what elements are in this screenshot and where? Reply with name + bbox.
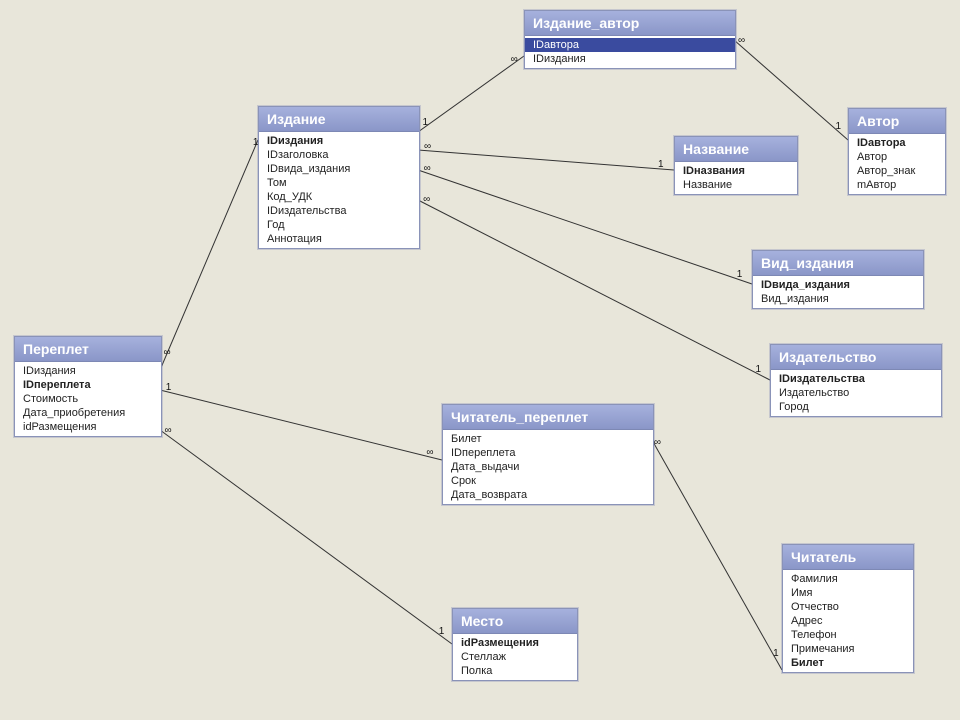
cardinality-label: 1 (756, 364, 762, 375)
cardinality-label: 1 (423, 117, 429, 128)
cardinality-label: 1 (773, 648, 779, 659)
entity-title[interactable]: Издание_автор (525, 11, 735, 36)
entity-fields: idРазмещенияСтеллажПолка (453, 634, 577, 680)
relation-line (418, 56, 524, 132)
entity-field[interactable]: IDиздания (15, 364, 161, 378)
entity-fields: IDиздательстваИздательствоГород (771, 370, 941, 416)
entity-field[interactable]: Город (771, 400, 941, 414)
entity-title[interactable]: Автор (849, 109, 945, 134)
cardinality-label: ∞ (164, 425, 171, 436)
entity-fields: БилетIDпереплетаДата_выдачиСрокДата_возв… (443, 430, 653, 504)
entity-field[interactable]: IDназвания (675, 164, 797, 178)
relation-line (734, 40, 848, 140)
entity-field[interactable]: Вид_издания (753, 292, 923, 306)
entity-avtor[interactable]: АвторIDавтораАвторАвтор_знакmАвтор (848, 108, 946, 195)
entity-fields: IDизданияIDзаголовкаIDвида_изданияТомКод… (259, 132, 419, 248)
entity-pereplet[interactable]: ПереплетIDизданияIDпереплетаСтоимостьДат… (14, 336, 162, 437)
cardinality-label: ∞ (654, 437, 661, 448)
entity-title[interactable]: Читатель (783, 545, 913, 570)
entity-title[interactable]: Переплет (15, 337, 161, 362)
entity-field[interactable]: IDвида_издания (259, 162, 419, 176)
entity-title[interactable]: Издание (259, 107, 419, 132)
entity-field[interactable]: Примечания (783, 642, 913, 656)
entity-fields: IDавтораIDиздания (525, 36, 735, 68)
entity-field[interactable]: Телефон (783, 628, 913, 642)
cardinality-label: ∞ (163, 347, 170, 358)
entity-field[interactable]: IDпереплета (443, 446, 653, 460)
entity-field[interactable]: Аннотация (259, 232, 419, 246)
entity-field[interactable]: Код_УДК (259, 190, 419, 204)
entity-field[interactable]: Том (259, 176, 419, 190)
entity-mesto[interactable]: МестоidРазмещенияСтеллажПолка (452, 608, 578, 681)
entity-izdanie[interactable]: ИзданиеIDизданияIDзаголовкаIDвида_издани… (258, 106, 420, 249)
entity-field[interactable]: Автор (849, 150, 945, 164)
entity-field[interactable]: IDпереплета (15, 378, 161, 392)
entity-field[interactable]: mАвтор (849, 178, 945, 192)
entity-fields: ФамилияИмяОтчествоАдресТелефонПримечания… (783, 570, 913, 672)
entity-title[interactable]: Место (453, 609, 577, 634)
entity-field[interactable]: IDиздания (525, 52, 735, 66)
relation-line (160, 430, 452, 644)
entity-field[interactable]: Год (259, 218, 419, 232)
cardinality-label: 1 (253, 137, 259, 148)
cardinality-label: 1 (439, 626, 445, 637)
entity-fields: IDизданияIDпереплетаСтоимостьДата_приобр… (15, 362, 161, 436)
cardinality-label: 1 (737, 269, 743, 280)
entity-field[interactable]: Название (675, 178, 797, 192)
cardinality-label: 1 (835, 121, 841, 132)
entity-field[interactable]: Фамилия (783, 572, 913, 586)
entity-nazvanie[interactable]: НазваниеIDназванияНазвание (674, 136, 798, 195)
cardinality-label: ∞ (423, 194, 430, 205)
entity-field[interactable]: Автор_знак (849, 164, 945, 178)
entity-field[interactable]: Имя (783, 586, 913, 600)
entity-vid_izdaniya[interactable]: Вид_изданияIDвида_изданияВид_издания (752, 250, 924, 309)
entity-field[interactable]: IDвида_издания (753, 278, 923, 292)
cardinality-label: ∞ (426, 447, 433, 458)
relation-line (160, 140, 258, 370)
relation-line (418, 150, 674, 170)
cardinality-label: ∞ (424, 141, 431, 152)
relation-line (160, 390, 442, 460)
entity-field[interactable]: Стеллаж (453, 650, 577, 664)
entity-field[interactable]: idРазмещения (15, 420, 161, 434)
entity-field[interactable]: Дата_выдачи (443, 460, 653, 474)
relation-line (418, 200, 770, 380)
entity-title[interactable]: Вид_издания (753, 251, 923, 276)
cardinality-label: 1 (658, 159, 664, 170)
entity-fields: IDавтораАвторАвтор_знакmАвтор (849, 134, 945, 194)
entity-field[interactable]: Адрес (783, 614, 913, 628)
entity-field[interactable]: IDавтора (849, 136, 945, 150)
entity-field[interactable]: Издательство (771, 386, 941, 400)
cardinality-label: ∞ (511, 54, 518, 65)
relation-line (652, 440, 782, 670)
cardinality-label: 1 (166, 382, 172, 393)
entity-field[interactable]: IDиздательства (771, 372, 941, 386)
entity-field[interactable]: Полка (453, 664, 577, 678)
entity-field[interactable]: Стоимость (15, 392, 161, 406)
entity-field[interactable]: Отчество (783, 600, 913, 614)
entity-fields: IDвида_изданияВид_издания (753, 276, 923, 308)
entity-field[interactable]: idРазмещения (453, 636, 577, 650)
entity-field[interactable]: Билет (783, 656, 913, 670)
entity-izdanie_avtor[interactable]: Издание_авторIDавтораIDиздания (524, 10, 736, 69)
entity-field[interactable]: Дата_приобретения (15, 406, 161, 420)
entity-field[interactable]: IDиздательства (259, 204, 419, 218)
entity-izdatelstvo[interactable]: ИздательствоIDиздательстваИздательствоГо… (770, 344, 942, 417)
cardinality-label: ∞ (424, 163, 431, 174)
cardinality-label: ∞ (738, 35, 745, 46)
entity-title[interactable]: Название (675, 137, 797, 162)
entity-chitatel[interactable]: ЧитательФамилияИмяОтчествоАдресТелефонПр… (782, 544, 914, 673)
entity-field[interactable]: IDиздания (259, 134, 419, 148)
entity-field[interactable]: Срок (443, 474, 653, 488)
entity-fields: IDназванияНазвание (675, 162, 797, 194)
entity-field[interactable]: Дата_возврата (443, 488, 653, 502)
entity-field[interactable]: Билет (443, 432, 653, 446)
entity-chitatel_pereplet[interactable]: Читатель_переплетБилетIDпереплетаДата_вы… (442, 404, 654, 505)
entity-field[interactable]: IDзаголовка (259, 148, 419, 162)
entity-field[interactable]: IDавтора (525, 38, 735, 52)
entity-title[interactable]: Издательство (771, 345, 941, 370)
entity-title[interactable]: Читатель_переплет (443, 405, 653, 430)
